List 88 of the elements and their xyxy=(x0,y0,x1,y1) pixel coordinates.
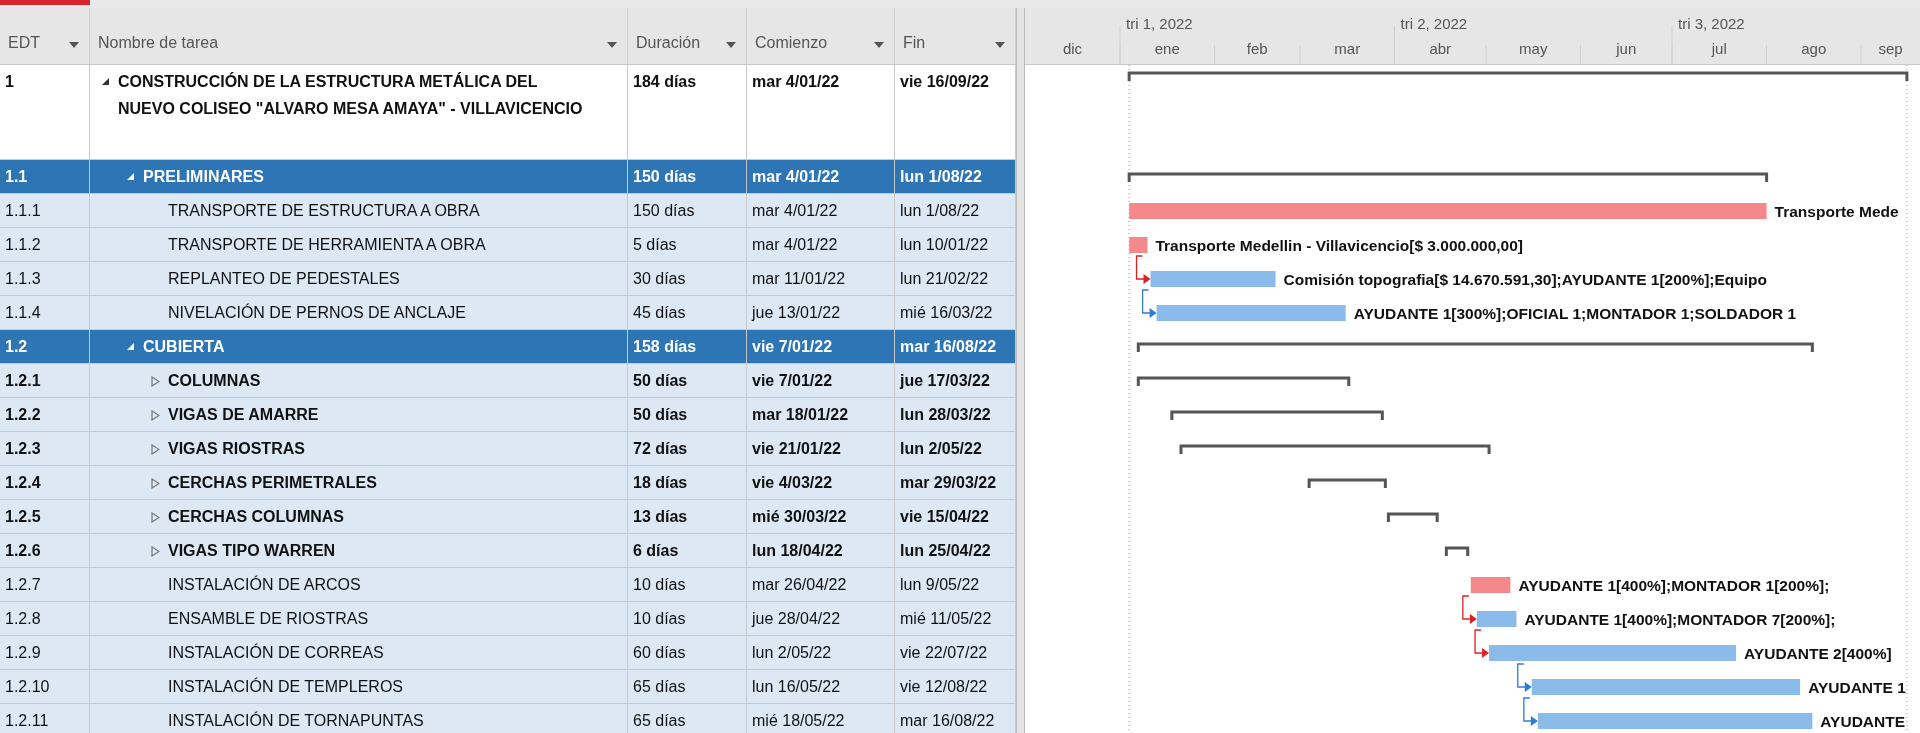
task-row[interactable]: 1.2.8 ENSAMBLE DE RIOSTRAS 10 días jue 28/04/22 mié 11/05/22 xyxy=(0,602,1016,636)
collapsed-triangle-icon[interactable] xyxy=(151,444,160,455)
collapsed-triangle-icon[interactable] xyxy=(151,410,160,421)
summary-bar[interactable] xyxy=(1127,172,1769,182)
task-row[interactable]: 1.2.5 CERCHAS COLUMNAS 13 días mié 30/03/22 vie 15/04/22 xyxy=(0,500,1016,534)
month-label: mar xyxy=(1334,40,1361,57)
dropdown-caret-icon xyxy=(726,42,736,48)
summary-bar[interactable] xyxy=(1179,444,1491,454)
bar-label: Transporte Medellin - Villavicencio[$ 3.000.000,00] xyxy=(1155,237,1524,254)
summary-bar[interactable] xyxy=(1386,512,1439,522)
bar-label: Transporte Mede xyxy=(1774,203,1899,220)
task-name: VIGAS RIOSTRAS xyxy=(168,439,305,459)
task-row[interactable]: 1.2 CUBIERTA 158 días vie 7/01/22 mar 16/08/22 xyxy=(0,330,1016,364)
dropdown-caret-icon xyxy=(995,42,1005,48)
bar-label: AYUDANTE 1 xyxy=(1808,679,1906,696)
task-name: PRELIMINARES xyxy=(143,167,264,187)
table-cell: 65 días xyxy=(628,704,747,733)
summary-bar[interactable] xyxy=(1127,71,1909,82)
bar-label: Comisión topografia[$ 14.670.591,30];AYUDANTE 1[200%];Equipo xyxy=(1283,271,1768,288)
bar-label: AYUDANTE 1[300%];OFICIAL 1;MONTADOR 1;SOLDADOR 1 xyxy=(1353,305,1797,322)
task-row[interactable]: 1.2.11 INSTALACIÓN DE TORNAPUNTAS 65 días mié 18/05/22 mar 16/08/22 xyxy=(0,704,1016,733)
summary-bar[interactable] xyxy=(1444,546,1470,556)
task-name: INSTALACIÓN DE ARCOS xyxy=(168,574,361,595)
collapsed-triangle-icon[interactable] xyxy=(151,512,160,523)
month-label: abr xyxy=(1429,40,1452,57)
quarter-label: tri 2, 2022 xyxy=(1400,15,1468,32)
task-name: CUBIERTA xyxy=(143,337,225,357)
column-header[interactable]: Duración xyxy=(628,8,747,64)
task-name: INSTALACIÓN DE TORNAPUNTAS xyxy=(168,710,424,731)
collapsed-triangle-icon[interactable] xyxy=(151,376,160,387)
dropdown-caret-icon xyxy=(874,42,884,48)
bar-label: AYUDANTE 1[400%];MONTADOR 1[200%]; xyxy=(1518,577,1830,594)
task-row[interactable]: 1.2.4 CERCHAS PERIMETRALES 18 días vie 4/03/22 mar 29/03/22 xyxy=(0,466,1016,500)
task-row[interactable]: 1.2.7 INSTALACIÓN DE ARCOS 10 días mar 26/04/22 lun 9/05/22 xyxy=(0,568,1016,602)
task-name: VIGAS TIPO WARREN xyxy=(168,541,336,561)
summary-bar[interactable] xyxy=(1170,410,1384,420)
column-header[interactable]: Nombre de tarea xyxy=(90,8,628,64)
bar-label: AYUDANTE 1[400%];MONTADOR 7[200%]; xyxy=(1524,611,1836,628)
summary-bar[interactable] xyxy=(1307,478,1387,488)
month-label: sep xyxy=(1878,40,1903,57)
column-header[interactable]: Comienzo xyxy=(747,8,895,64)
expanded-triangle-icon[interactable] xyxy=(101,77,110,86)
task-row[interactable]: 1.1.3 REPLANTEO DE PEDESTALES 30 días mar 11/01/22 lun 21/02/22 xyxy=(0,262,1016,296)
task-row[interactable]: 1.1 PRELIMINARES 150 días mar 4/01/22 lun 1/08/22 xyxy=(0,160,1016,194)
task-name: TRANSPORTE DE ESTRUCTURA A OBRA xyxy=(168,201,480,221)
column-header[interactable]: EDT xyxy=(0,8,90,64)
task-name: TRANSPORTE DE HERRAMIENTA A OBRA xyxy=(168,235,486,255)
task-name: CERCHAS PERIMETRALES xyxy=(168,473,377,493)
task-name: VIGAS DE AMARRE xyxy=(168,405,319,425)
task-row[interactable]: 1.2.1 COLUMNAS 50 días vie 7/01/22 jue 17/03/22 xyxy=(0,364,1016,398)
month-label: jul xyxy=(1711,40,1727,57)
month-label: ago xyxy=(1801,40,1827,57)
task-name: COLUMNAS xyxy=(168,371,261,391)
bar-label: AYUDANTE 2[400%] xyxy=(1744,645,1892,662)
month-label: dic xyxy=(1062,40,1083,57)
table-cell: mié 18/05/22 xyxy=(747,704,895,733)
month-label: ene xyxy=(1154,40,1180,57)
task-bar[interactable] xyxy=(1470,577,1511,593)
task-name: REPLANTEO DE PEDESTALES xyxy=(168,269,400,289)
task-row[interactable]: 1 CONSTRUCCIÓN DE LA ESTRUCTURA METÁLICA DEL NUEVO COLISEO "ALVARO MESA AMAYA" - VILLAVICENCIO 184 días mar 4/01/22 vie 16/09/22 xyxy=(0,65,1016,160)
quarter-label: tri 3, 2022 xyxy=(1678,15,1745,32)
task-row[interactable]: 1.2.3 VIGAS RIOSTRAS 72 días vie 21/01/22 lun 2/05/22 xyxy=(0,432,1016,466)
quarter-label: tri 1, 2022 xyxy=(1126,15,1193,32)
summary-bar[interactable] xyxy=(1136,342,1814,352)
task-bar[interactable] xyxy=(1476,611,1517,627)
task-row[interactable]: 1.2.10 INSTALACIÓN DE TEMPLEROS 65 días lun 16/05/22 vie 12/08/22 xyxy=(0,670,1016,704)
month-label: feb xyxy=(1246,40,1268,57)
collapsed-triangle-icon[interactable] xyxy=(151,478,160,489)
summary-bar[interactable] xyxy=(1136,376,1351,386)
task-name: CERCHAS COLUMNAS xyxy=(168,507,344,527)
bar-label: AYUDANTE xyxy=(1820,713,1906,730)
task-name: ENSAMBLE DE RIOSTRAS xyxy=(168,609,369,629)
task-row[interactable]: 1.1.1 TRANSPORTE DE ESTRUCTURA A OBRA 150 días mar 4/01/22 lun 1/08/22 xyxy=(0,194,1016,228)
task-row[interactable]: 1.2.6 VIGAS TIPO WARREN 6 días lun 18/04/22 lun 25/04/22 xyxy=(0,534,1016,568)
dropdown-caret-icon xyxy=(607,42,617,48)
task-row[interactable]: 1.2.9 INSTALACIÓN DE CORREAS 60 días lun 2/05/22 vie 22/07/22 xyxy=(0,636,1016,670)
task-name: NIVELACIÓN DE PERNOS DE ANCLAJE xyxy=(168,302,466,323)
task-row[interactable]: 1.1.2 TRANSPORTE DE HERRAMIENTA A OBRA 5 días mar 4/01/22 lun 10/01/22 xyxy=(0,228,1016,262)
task-name: INSTALACIÓN DE CORREAS xyxy=(168,642,384,663)
month-label: may xyxy=(1519,40,1548,57)
task-name: INSTALACIÓN DE TEMPLEROS xyxy=(168,676,403,697)
table-cell: 1.2.11 xyxy=(0,704,90,733)
task-row[interactable]: 1.1.4 NIVELACIÓN DE PERNOS DE ANCLAJE 45 días jue 13/01/22 mié 16/03/22 xyxy=(0,296,1016,330)
collapsed-triangle-icon[interactable] xyxy=(151,546,160,557)
task-row[interactable]: 1.2.2 VIGAS DE AMARRE 50 días mar 18/01/22 lun 28/03/22 xyxy=(0,398,1016,432)
dropdown-caret-icon xyxy=(69,42,79,48)
task-name: CONSTRUCCIÓN DE LA ESTRUCTURA METÁLICA DEL NUEVO COLISEO "ALVARO MESA AMAYA" - VILLAVICENCIO xyxy=(118,71,584,119)
month-label: jun xyxy=(1616,40,1637,57)
